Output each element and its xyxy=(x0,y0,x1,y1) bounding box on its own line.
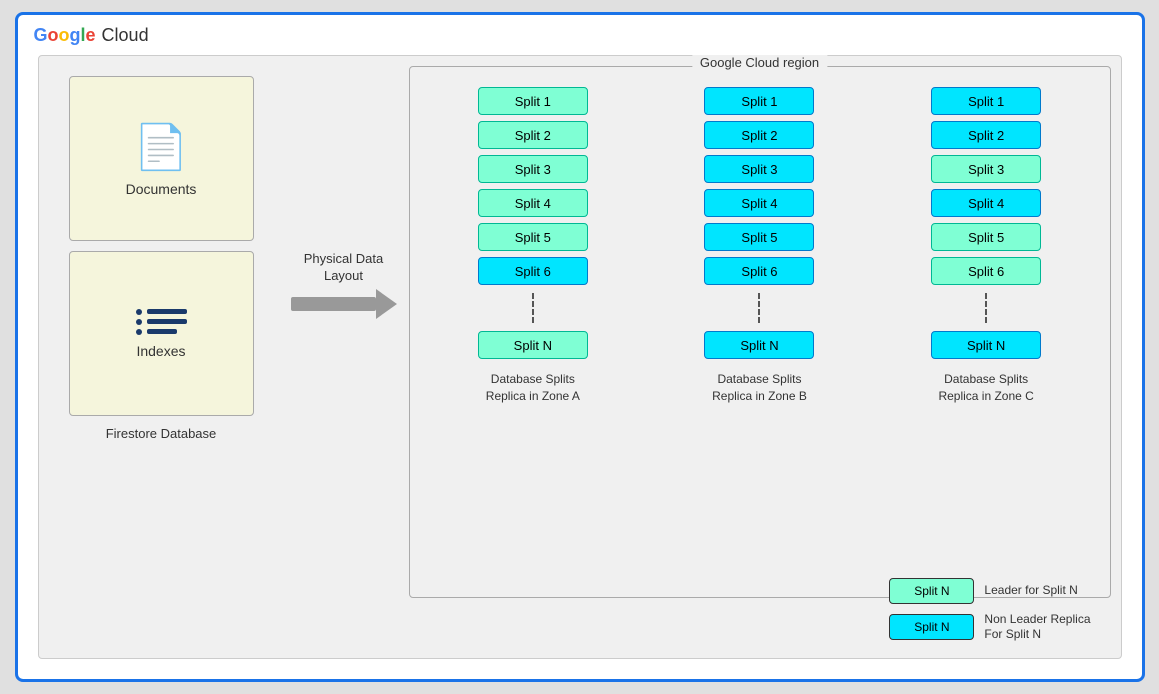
split-chip-zone-a-3: Split 4 xyxy=(478,189,588,217)
split-chip-zone-b-4: Split 5 xyxy=(704,223,814,251)
split-chip-zone-c-0: Split 1 xyxy=(931,87,1041,115)
index-line-short xyxy=(147,329,177,334)
arrow-section: Physical Data Layout xyxy=(289,251,399,319)
split-chip-zone-c-4: Split 5 xyxy=(931,223,1041,251)
legend-chip-0: Split N xyxy=(889,578,974,604)
firestore-section: 📄 Documents xyxy=(69,76,254,441)
zone-column-zone-c: Split 1 Split 2 Split 3 Split 4 Split 5 Split… xyxy=(926,87,1046,405)
outer-frame: Google Cloud 📄 Documents xyxy=(15,12,1145,682)
index-row-1 xyxy=(136,309,187,315)
split-chip-zone-b-1: Split 2 xyxy=(704,121,814,149)
legend-item-1: Split N Non Leader Replica For Split N xyxy=(889,612,1090,643)
zone-column-zone-a: Split 1 Split 2 Split 3 Split 4 Split 5 Split… xyxy=(473,87,593,405)
split-chip-zone-c-6: Split N xyxy=(931,331,1041,359)
region-section: Google Cloud region Split 1Split 2Split … xyxy=(409,66,1111,598)
index-line xyxy=(147,319,187,324)
google-cloud-header: Google Cloud xyxy=(34,25,149,46)
legend-chip-1: Split N xyxy=(889,614,974,640)
firestore-label: Firestore Database xyxy=(106,426,217,441)
zone-column-zone-b: Split 1 Split 2 Split 3 Split 4 Split 5 Split… xyxy=(699,87,819,405)
main-content: 📄 Documents xyxy=(38,55,1122,659)
split-chip-zone-c-3: Split 4 xyxy=(931,189,1041,217)
split-chip-zone-c-1: Split 2 xyxy=(931,121,1041,149)
cloud-text: Cloud xyxy=(102,25,149,46)
documents-label: Documents xyxy=(126,181,197,197)
split-chip-zone-b-2: Split 3 xyxy=(704,155,814,183)
indexes-icon xyxy=(136,309,187,335)
split-chip-zone-a-0: Split 1 xyxy=(478,87,588,115)
index-line xyxy=(147,309,187,314)
dashed-separator xyxy=(758,293,760,323)
splits-container: Split 1 Split 2 Split 3 Split 4 Split 5 Split… xyxy=(410,67,1110,415)
legend-text-1: Non Leader Replica For Split N xyxy=(984,612,1090,643)
dashed-separator xyxy=(985,293,987,323)
legend-text-0: Leader for Split N xyxy=(984,583,1077,599)
split-chip-zone-b-5: Split 6 xyxy=(704,257,814,285)
index-dot xyxy=(136,309,142,315)
google-logo: Google xyxy=(34,25,96,46)
index-row-2 xyxy=(136,319,187,325)
index-dot xyxy=(136,329,142,335)
split-chip-zone-a-4: Split 5 xyxy=(478,223,588,251)
document-icon: 📄 xyxy=(134,121,189,173)
indexes-label: Indexes xyxy=(136,343,185,359)
region-label: Google Cloud region xyxy=(692,55,827,70)
index-row-3 xyxy=(136,329,187,335)
split-chip-zone-b-0: Split 1 xyxy=(704,87,814,115)
documents-box: 📄 Documents xyxy=(69,76,254,241)
zone-label-zone-b: Database Splits Replica in Zone B xyxy=(699,371,819,405)
split-chip-zone-a-2: Split 3 xyxy=(478,155,588,183)
split-chip-zone-a-1: Split 2 xyxy=(478,121,588,149)
legend-section: Split N Leader for Split N Split N Non Lead… xyxy=(889,578,1090,643)
split-chip-zone-a-5: Split 6 xyxy=(478,257,588,285)
arrow-label: Physical Data Layout xyxy=(289,251,399,285)
split-chip-zone-c-5: Split 6 xyxy=(931,257,1041,285)
split-chip-zone-b-3: Split 4 xyxy=(704,189,814,217)
legend-item-0: Split N Leader for Split N xyxy=(889,578,1090,604)
dashed-separator xyxy=(532,293,534,323)
split-chip-zone-c-2: Split 3 xyxy=(931,155,1041,183)
zone-label-zone-a: Database Splits Replica in Zone A xyxy=(473,371,593,405)
arrow-icon xyxy=(289,289,399,319)
split-chip-zone-a-6: Split N xyxy=(478,331,588,359)
indexes-box: Indexes xyxy=(69,251,254,416)
split-chip-zone-b-6: Split N xyxy=(704,331,814,359)
zone-label-zone-c: Database Splits Replica in Zone C xyxy=(926,371,1046,405)
index-dot xyxy=(136,319,142,325)
